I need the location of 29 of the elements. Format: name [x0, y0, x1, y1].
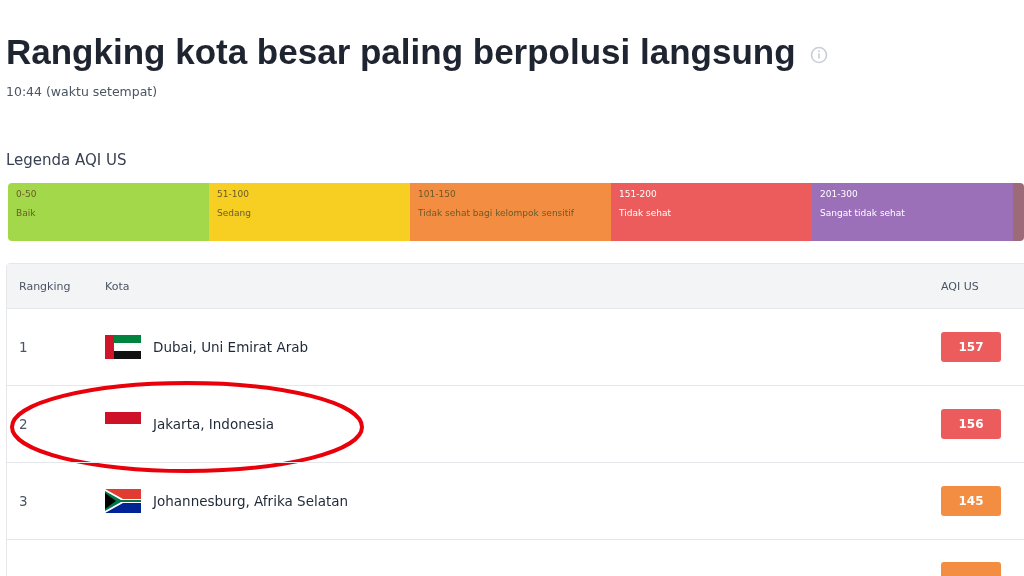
legend-range: 101-150 — [418, 189, 457, 200]
city-name[interactable]: Jakarta, Indonesia — [153, 416, 275, 432]
flag-icon — [105, 489, 141, 513]
flag-icon — [105, 335, 141, 359]
rank-cell-text: 3 — [18, 493, 29, 509]
legend-label: Tidak sehat bagi kelompok sensitif — [418, 208, 575, 219]
legend-range: 0-50 — [16, 189, 38, 200]
legend-range: 201-300 — [820, 189, 859, 200]
column-header: AQI US — [941, 279, 980, 293]
city-name[interactable]: Johannesburg, Afrika Selatan — [153, 493, 349, 509]
legend-label: Sedang — [217, 208, 252, 219]
aqi-badge: 145 — [941, 486, 1001, 516]
legend-range: 151-200 — [619, 189, 658, 200]
legend-label: Baik — [16, 208, 37, 219]
column-header: Rangking — [18, 279, 72, 293]
rank-cell-text: 2 — [18, 416, 29, 432]
aqi-badge: 157 — [941, 332, 1001, 362]
flag-icon — [105, 412, 141, 424]
info-icon[interactable] — [809, 46, 828, 64]
legend-title: Legenda AQI US — [6, 151, 128, 169]
legend-label: Sangat tidak sehat — [820, 208, 906, 219]
page-title: Rangking kota besar paling berpolusi langsung — [6, 31, 796, 73]
column-header: Kota — [104, 279, 131, 293]
city-name[interactable]: Dubai, Uni Emirat Arab — [153, 339, 309, 355]
aqi-badge: 156 — [941, 409, 1001, 439]
legend-label: Tidak sehat — [619, 208, 672, 219]
local-time: 10:44 (waktu setempat) — [6, 84, 159, 99]
rank-cell-text: 1 — [18, 339, 29, 355]
legend-range: 51-100 — [217, 189, 250, 200]
